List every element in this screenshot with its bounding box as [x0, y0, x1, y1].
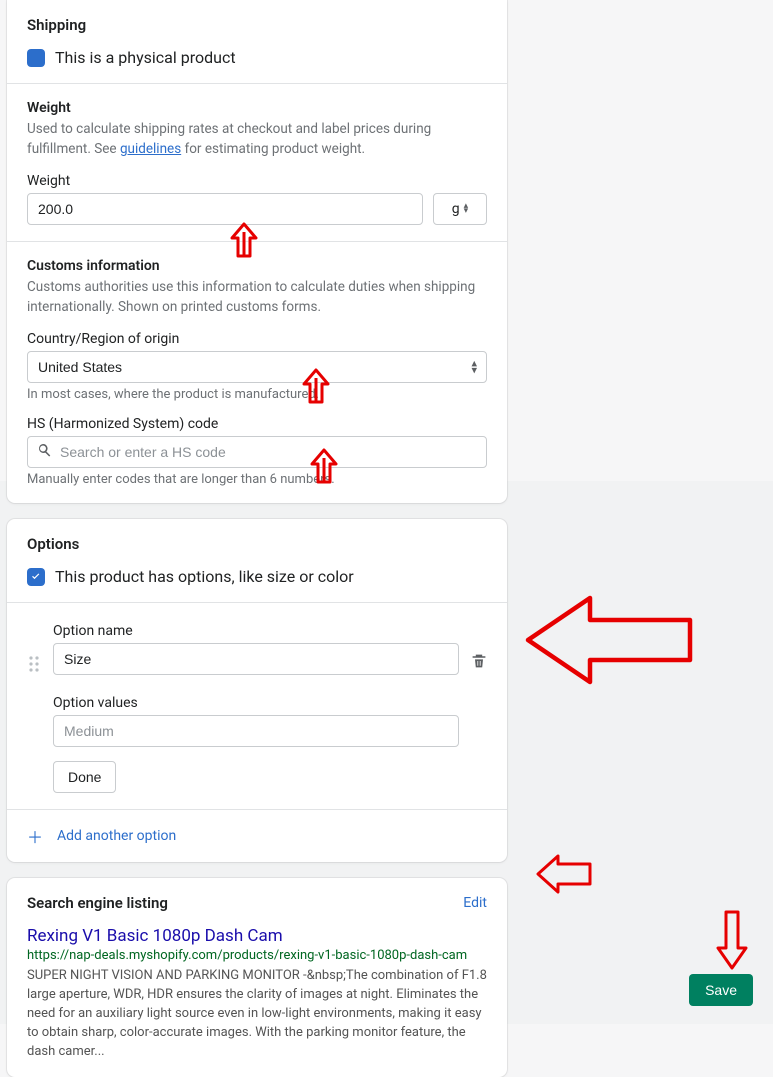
hs-label: HS (Harmonized System) code	[27, 416, 487, 432]
option-name-label: Option name	[53, 623, 459, 639]
weight-desc: Used to calculate shipping rates at chec…	[27, 120, 487, 159]
has-options-label: This product has options, like size or c…	[55, 567, 354, 586]
plus-icon: ＋	[27, 824, 43, 848]
has-options-checkbox[interactable]	[27, 568, 45, 586]
annotation-arrow-down	[712, 908, 752, 978]
option-values-input[interactable]	[53, 715, 459, 747]
delete-option-icon[interactable]	[471, 653, 487, 673]
option-name-input[interactable]	[53, 643, 459, 675]
weight-section-title: Weight	[27, 100, 487, 116]
done-button[interactable]: Done	[53, 761, 116, 793]
option-values-label: Option values	[53, 695, 459, 711]
physical-product-checkbox[interactable]	[27, 49, 45, 67]
add-option-row[interactable]: ＋ Add another option	[7, 809, 507, 862]
seo-preview-url: https://nap-deals.myshopify.com/products…	[27, 948, 487, 963]
search-icon	[37, 443, 52, 462]
country-select[interactable]	[27, 351, 487, 383]
seo-preview-desc: SUPER NIGHT VISION AND PARKING MONITOR -…	[27, 967, 487, 1061]
weight-label: Weight	[27, 173, 487, 189]
hs-help: Manually enter codes that are longer tha…	[27, 472, 487, 487]
annotation-arrow-left-1	[520, 590, 695, 694]
seo-title: Search engine listing	[27, 894, 168, 912]
drag-handle-icon[interactable]	[27, 655, 41, 677]
weight-input[interactable]	[27, 193, 423, 225]
customs-desc: Customs authorities use this information…	[27, 278, 487, 317]
seo-card: Search engine listing Edit Rexing V1 Bas…	[7, 878, 507, 1077]
seo-preview-title: Rexing V1 Basic 1080p Dash Cam	[27, 926, 487, 946]
guidelines-link[interactable]: guidelines	[120, 141, 181, 157]
country-label: Country/Region of origin	[27, 331, 487, 347]
country-help: In most cases, where the product is manu…	[27, 387, 487, 402]
shipping-card: Shipping This is a physical product Weig…	[7, 0, 507, 503]
customs-title: Customs information	[27, 258, 487, 274]
annotation-arrow-left-2	[534, 852, 594, 900]
options-card: Options This product has options, like s…	[7, 519, 507, 862]
add-option-label: Add another option	[57, 828, 176, 844]
weight-unit-select[interactable]: g ▴▾	[433, 193, 487, 225]
options-title: Options	[27, 535, 487, 553]
save-button[interactable]: Save	[689, 974, 753, 1006]
physical-product-label: This is a physical product	[55, 48, 236, 67]
shipping-title: Shipping	[27, 16, 487, 34]
seo-edit-link[interactable]: Edit	[463, 895, 487, 911]
hs-code-input[interactable]	[27, 436, 487, 468]
